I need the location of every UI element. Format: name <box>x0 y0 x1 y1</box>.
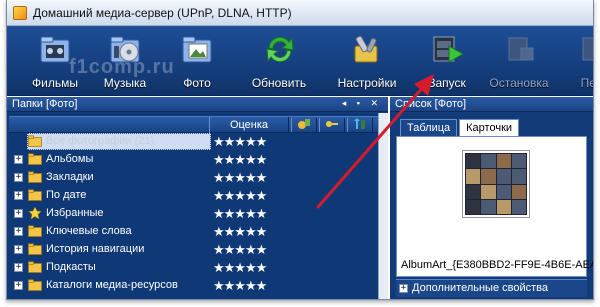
folder-icon <box>28 225 42 237</box>
film-folder-icon <box>40 36 70 63</box>
toolbar-button-films[interactable]: Фильмы <box>21 30 89 94</box>
toolbar-button-label: Запуск <box>428 76 466 90</box>
tree-row-label: Ключевые слова <box>46 225 132 237</box>
expand-icon[interactable]: + <box>14 191 23 200</box>
photo-folder-icon <box>182 36 212 63</box>
expand-icon[interactable]: + <box>14 209 23 218</box>
toolbar-button-launch[interactable]: Запуск <box>413 30 481 94</box>
music-folder-icon <box>110 36 140 63</box>
toolbar-button-label: Пере <box>580 76 593 90</box>
tree-row-label: Все фотографии (21) <box>46 135 155 147</box>
tree-row-label: Избранные <box>46 207 104 219</box>
toolbar-button-settings[interactable]: Настройки <box>333 30 401 94</box>
folder-tree: Оценка Все фотографии (21) ★★★★★ + Альбомы ★… <box>9 113 378 299</box>
folder-icon <box>28 243 42 255</box>
expand-icon[interactable]: + <box>399 284 408 293</box>
rating-stars[interactable]: ★★★★★ <box>213 278 267 294</box>
additional-properties-label: Дополнительные свойства <box>412 282 548 294</box>
toolbar-button-label: Фильмы <box>32 76 78 90</box>
cards-view: AlbumArt_{E380BBD2-FF9E-4B6E-AEAF <box>396 136 593 277</box>
expand-icon[interactable]: + <box>14 281 23 290</box>
folders-panel: Папки [Фото] ◂ ▪ ✕ Оценка Все фотографии… <box>7 97 388 299</box>
tab-cards[interactable]: Карточки <box>459 119 520 136</box>
settings-icon <box>354 35 378 63</box>
tree-row[interactable]: + По дате ★★★★★ <box>9 187 378 205</box>
folder-icon <box>28 153 42 165</box>
rating-stars[interactable]: ★★★★★ <box>213 134 267 150</box>
rating-stars[interactable]: ★★★★★ <box>213 224 267 240</box>
vertical-scrollbar[interactable] <box>378 113 388 299</box>
refresh-icon <box>266 36 294 63</box>
expand-icon[interactable]: + <box>14 173 23 182</box>
tree-row[interactable]: + Ключевые слова ★★★★★ <box>9 223 378 241</box>
folder-icon <box>28 279 42 291</box>
title-bar: Домашний медиа-сервер (UPnP, DLNA, HTTP) <box>7 0 593 26</box>
expand-icon[interactable]: + <box>14 263 23 272</box>
rating-stars[interactable]: ★★★★★ <box>213 206 267 222</box>
tree-row[interactable]: Все фотографии (21) ★★★★★ <box>9 133 378 151</box>
stop-icon <box>508 37 534 61</box>
folders-panel-header: Папки [Фото] ◂ ▪ ✕ <box>7 97 388 112</box>
a-z-sort-icon[interactable] <box>291 118 317 132</box>
toolbar-button-label: Фото <box>183 76 211 90</box>
tab-table[interactable]: Таблица <box>400 119 458 136</box>
rating-stars[interactable]: ★★★★★ <box>213 242 267 258</box>
folders-panel-title: Папки [Фото] <box>12 98 78 110</box>
tree-row[interactable]: + История навигации ★★★★★ <box>9 241 378 259</box>
toolbar-button-photo[interactable]: Фото <box>163 30 231 94</box>
rating-stars[interactable]: ★★★★★ <box>213 188 267 204</box>
folder-icon <box>28 135 42 147</box>
star-folder-icon <box>28 207 42 219</box>
tree-row-label: Подкасты <box>46 261 96 273</box>
rating-stars[interactable]: ★★★★★ <box>213 260 267 276</box>
toolbar-button-label: Обновить <box>251 76 307 90</box>
tree-row[interactable]: + Альбомы ★★★★★ <box>9 151 378 169</box>
album-art-thumbnail[interactable] <box>462 150 530 218</box>
tree-row-label: Каталоги медиа-ресурсов <box>46 279 178 291</box>
card-filename: AlbumArt_{E380BBD2-FF9E-4B6E-AEAF <box>401 259 594 271</box>
folder-icon <box>28 171 42 183</box>
expand-icon[interactable]: + <box>14 227 23 236</box>
tree-row-label: Закладки <box>46 171 94 183</box>
sort-up-icon[interactable] <box>347 118 373 132</box>
toolbar-button-music[interactable]: Музыка <box>91 30 159 94</box>
folder-icon <box>28 189 42 201</box>
tree-row-label: История навигации <box>46 243 145 255</box>
launch-icon <box>433 36 465 63</box>
main-toolbar: f1comp.ru Фильмы Музыка Фото Обновить На… <box>7 26 593 96</box>
app-window: Домашний медиа-сервер (UPnP, DLNA, HTTP)… <box>6 0 594 300</box>
tree-row[interactable]: + Подкасты ★★★★★ <box>9 259 378 277</box>
toolbar-button-stop[interactable]: Остановка <box>485 30 553 94</box>
column-header-rating[interactable]: Оценка <box>209 117 289 133</box>
toolbar-button-restart[interactable]: Пере <box>561 30 593 94</box>
list-panel-header: Список [Фото] <box>390 97 593 112</box>
folder-icon <box>28 261 42 273</box>
rating-stars[interactable]: ★★★★★ <box>213 170 267 186</box>
toolbar-button-label: Остановка <box>489 76 549 90</box>
panel-controls[interactable]: ◂ ▪ ✕ <box>342 98 382 109</box>
window-title: Домашний медиа-сервер (UPnP, DLNA, HTTP) <box>33 5 292 20</box>
additional-properties[interactable]: + Дополнительные свойства <box>396 279 587 297</box>
tree-row[interactable]: + Избранные ★★★★★ <box>9 205 378 223</box>
key-icon[interactable] <box>319 118 345 132</box>
restart-icon <box>582 37 593 61</box>
rating-stars[interactable]: ★★★★★ <box>213 152 267 168</box>
toolbar-button-label: Музыка <box>103 76 147 90</box>
tree-row-label: По дате <box>46 189 87 201</box>
tree-column-header: Оценка <box>9 116 378 133</box>
toolbar-button-refresh[interactable]: Обновить <box>245 30 313 94</box>
list-panel-title: Список [Фото] <box>395 98 467 110</box>
expand-icon[interactable]: + <box>14 155 23 164</box>
tree-row-label: Альбомы <box>46 153 94 165</box>
view-tabs: Таблица Карточки <box>400 119 521 136</box>
expand-icon[interactable]: + <box>14 245 23 254</box>
toolbar-button-label: Настройки <box>337 76 397 90</box>
list-panel: Список [Фото] Таблица Карточки AlbumArt_… <box>390 97 593 299</box>
tree-row[interactable]: + Закладки ★★★★★ <box>9 169 378 187</box>
tree-row[interactable]: + Каталоги медиа-ресурсов ★★★★★ <box>9 277 378 295</box>
app-icon <box>13 5 27 20</box>
